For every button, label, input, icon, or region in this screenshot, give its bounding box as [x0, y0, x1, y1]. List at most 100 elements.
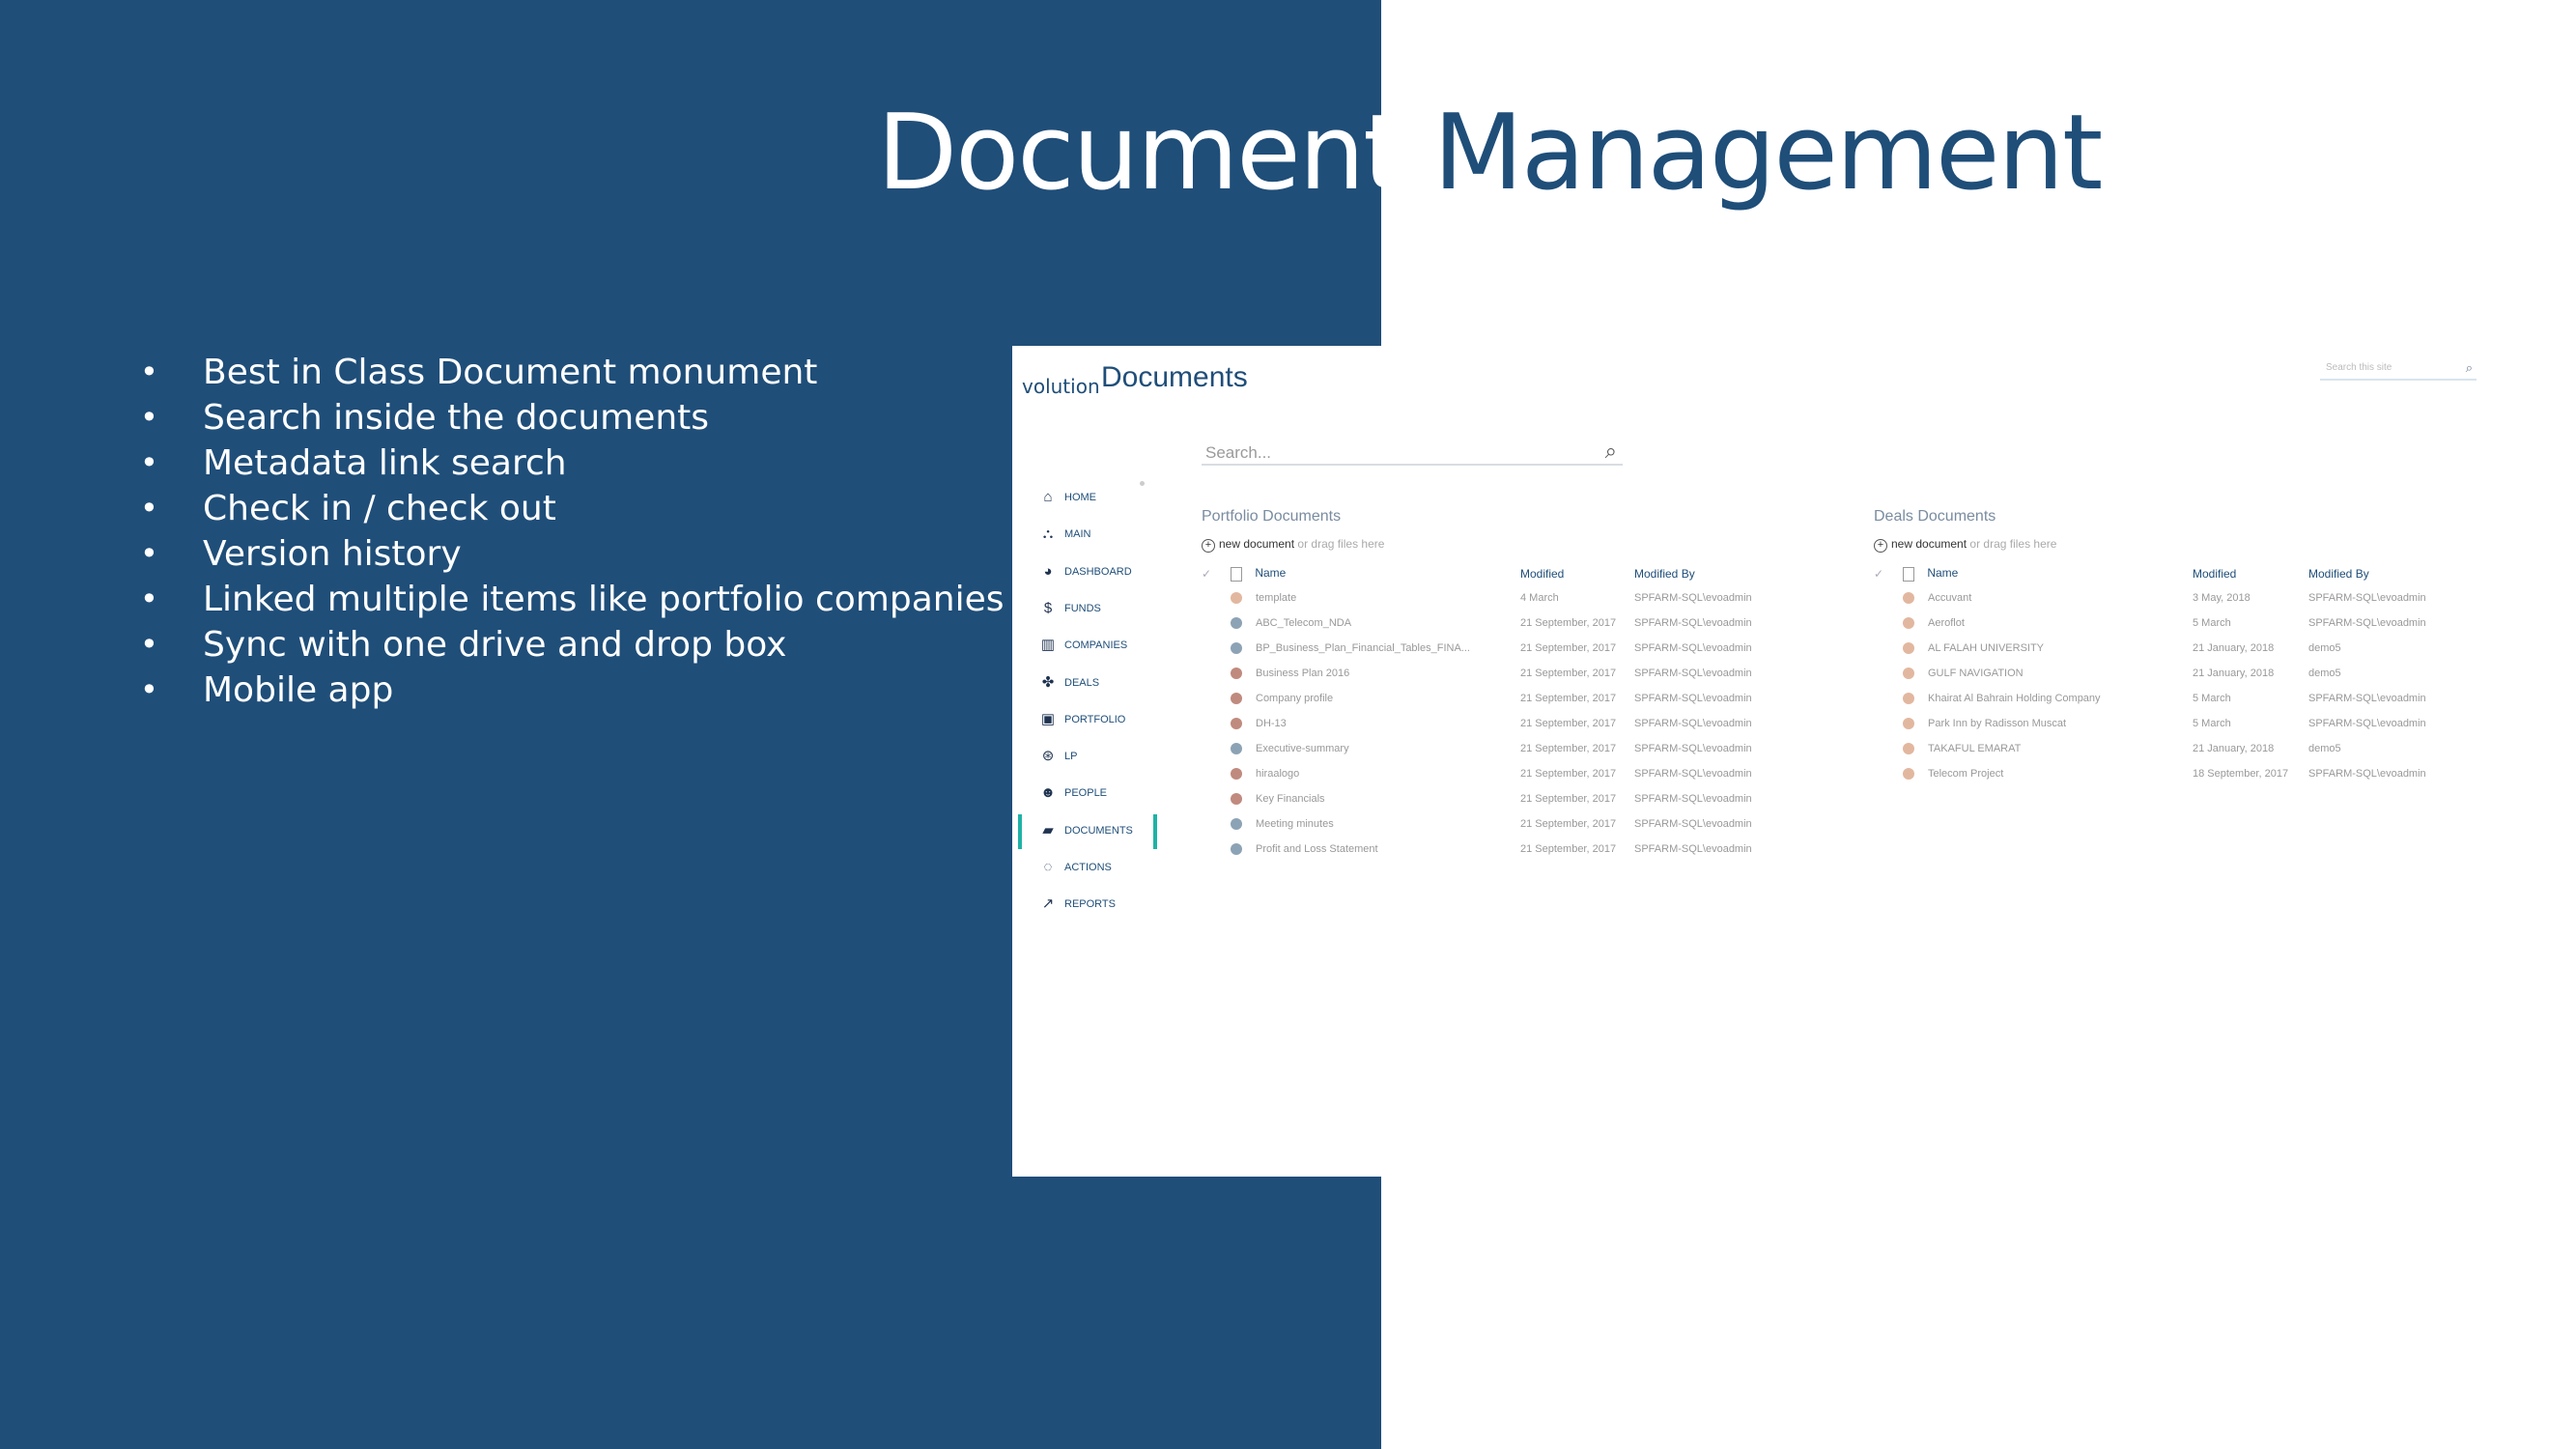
sidebar-item-reports[interactable]: ↗ REPORTS	[1022, 888, 1153, 923]
table-row[interactable]: Company profile 21 September, 2017 SPFARM-…	[1202, 686, 1789, 711]
row-select-cell[interactable]	[1874, 585, 1903, 611]
file-name[interactable]: GULF NAVIGATION	[1928, 668, 2024, 679]
name-cell[interactable]: Executive-summary	[1231, 736, 1520, 761]
name-cell[interactable]: Business Plan 2016	[1231, 661, 1520, 686]
new-document-link[interactable]: new document	[1219, 537, 1294, 551]
row-select-cell[interactable]	[1874, 761, 1903, 786]
table-row[interactable]: hiraalogo 21 September, 2017 SPFARM-SQL\ev…	[1202, 761, 1789, 786]
file-name[interactable]: DH-13	[1256, 718, 1287, 729]
sidebar-item-documents[interactable]: ▰ DOCUMENTS	[1018, 813, 1157, 849]
name-cell[interactable]: Accuvant	[1903, 585, 2193, 611]
name-cell[interactable]: Company profile	[1231, 686, 1520, 711]
table-row[interactable]: template 4 March SPFARM-SQL\evoadmin	[1202, 585, 1789, 611]
name-cell[interactable]: DH-13	[1231, 711, 1520, 736]
table-row[interactable]: Key Financials 21 September, 2017 SPFARM-S…	[1202, 786, 1789, 811]
file-name[interactable]: template	[1256, 592, 1296, 604]
name-cell[interactable]: Key Financials	[1231, 786, 1520, 811]
column-modified-by[interactable]: Modified By	[2308, 562, 2463, 585]
new-document-link[interactable]: new document	[1891, 537, 1967, 551]
portfolio-new-document[interactable]: + new document or drag files here	[1202, 537, 1384, 553]
file-name[interactable]: Company profile	[1256, 693, 1333, 704]
file-name[interactable]: ABC_Telecom_NDA	[1256, 617, 1351, 629]
sidebar-item-home[interactable]: ⌂ HOME	[1022, 481, 1153, 516]
row-select-cell[interactable]	[1202, 837, 1231, 862]
sidebar-item-dashboard[interactable]: ◕ DASHBOARD	[1022, 555, 1153, 590]
name-cell[interactable]: template	[1231, 585, 1520, 611]
name-cell[interactable]: Khairat Al Bahrain Holding Company	[1903, 686, 2193, 711]
site-search-input[interactable]: Search this site ⌕	[2320, 359, 2477, 381]
row-select-cell[interactable]	[1202, 811, 1231, 837]
row-select-cell[interactable]	[1202, 611, 1231, 636]
select-all-checkbox[interactable]: ✓	[1874, 562, 1903, 585]
select-all-checkbox[interactable]: ✓	[1202, 562, 1231, 585]
sidebar-item-companies[interactable]: ▥ COMPANIES	[1022, 629, 1153, 664]
document-search-input[interactable]: Search... ⌕	[1202, 437, 1623, 466]
table-row[interactable]: Meeting minutes 21 September, 2017 SPFARM-…	[1202, 811, 1789, 837]
sidebar-item-portfolio[interactable]: ▣ PORTFOLIO	[1022, 703, 1153, 738]
deals-new-document[interactable]: + new document or drag files here	[1874, 537, 2056, 553]
name-cell[interactable]: hiraalogo	[1231, 761, 1520, 786]
table-row[interactable]: Accuvant 3 May, 2018 SPFARM-SQL\evoadmin	[1874, 585, 2463, 611]
sidebar-item-actions[interactable]: ◌ ACTIONS	[1022, 851, 1153, 886]
name-cell[interactable]: AL FALAH UNIVERSITY	[1903, 636, 2193, 661]
row-select-cell[interactable]	[1874, 711, 1903, 736]
row-select-cell[interactable]	[1874, 736, 1903, 761]
file-name[interactable]: hiraalogo	[1256, 768, 1299, 780]
sidebar-item-people[interactable]: ☻ PEOPLE	[1022, 777, 1153, 811]
row-select-cell[interactable]	[1202, 761, 1231, 786]
row-select-cell[interactable]	[1202, 636, 1231, 661]
sidebar-item-lp[interactable]: ⊛ LP	[1022, 740, 1153, 775]
file-name[interactable]: Aeroflot	[1928, 617, 1965, 629]
table-row[interactable]: Aeroflot 5 March SPFARM-SQL\evoadmin	[1874, 611, 2463, 636]
sidebar-item-main[interactable]: ⛬ MAIN	[1022, 518, 1153, 553]
column-modified-by[interactable]: Modified By	[1634, 562, 1789, 585]
file-name[interactable]: Key Financials	[1256, 793, 1325, 805]
file-name[interactable]: Business Plan 2016	[1256, 668, 1349, 679]
row-select-cell[interactable]	[1874, 686, 1903, 711]
name-cell[interactable]: Profit and Loss Statement	[1231, 837, 1520, 862]
table-row[interactable]: Executive-summary 21 September, 2017 SPFAR…	[1202, 736, 1789, 761]
table-row[interactable]: DH-13 21 September, 2017 SPFARM-SQL\evoadm…	[1202, 711, 1789, 736]
row-select-cell[interactable]	[1202, 736, 1231, 761]
name-cell[interactable]: Park Inn by Radisson Muscat	[1903, 711, 2193, 736]
name-cell[interactable]: ABC_Telecom_NDA	[1231, 611, 1520, 636]
column-modified[interactable]: Modified	[2193, 562, 2308, 585]
name-cell[interactable]: Telecom Project	[1903, 761, 2193, 786]
search-icon[interactable]: ⌕	[1605, 439, 1617, 464]
file-name[interactable]: Accuvant	[1928, 592, 1971, 604]
name-cell[interactable]: Aeroflot	[1903, 611, 2193, 636]
name-cell[interactable]: BP_Business_Plan_Financial_Tables_FINA..…	[1231, 636, 1520, 661]
table-row[interactable]: TAKAFUL EMARAT 21 January, 2018 demo5	[1874, 736, 2463, 761]
table-row[interactable]: AL FALAH UNIVERSITY 21 January, 2018 demo5	[1874, 636, 2463, 661]
column-name[interactable]: Name	[1903, 562, 2193, 585]
row-select-cell[interactable]	[1202, 661, 1231, 686]
file-name[interactable]: Executive-summary	[1256, 743, 1349, 754]
row-select-cell[interactable]	[1874, 611, 1903, 636]
row-select-cell[interactable]	[1874, 636, 1903, 661]
row-select-cell[interactable]	[1202, 686, 1231, 711]
row-select-cell[interactable]	[1202, 786, 1231, 811]
sidebar-item-funds[interactable]: $ FUNDS	[1022, 592, 1153, 627]
app-logo[interactable]: volution	[1022, 375, 1100, 398]
file-name[interactable]: Khairat Al Bahrain Holding Company	[1928, 693, 2101, 704]
table-row[interactable]: Telecom Project 18 September, 2017 SPFARM-…	[1874, 761, 2463, 786]
file-name[interactable]: Profit and Loss Statement	[1256, 843, 1378, 855]
table-row[interactable]: Business Plan 2016 21 September, 2017 SPFA…	[1202, 661, 1789, 686]
row-select-cell[interactable]	[1874, 661, 1903, 686]
file-name[interactable]: BP_Business_Plan_Financial_Tables_FINA..…	[1256, 642, 1470, 654]
table-row[interactable]: BP_Business_Plan_Financial_Tables_FINA..…	[1202, 636, 1789, 661]
name-cell[interactable]: Meeting minutes	[1231, 811, 1520, 837]
file-name[interactable]: TAKAFUL EMARAT	[1928, 743, 2021, 754]
sidebar-item-deals[interactable]: ✤ DEALS	[1022, 667, 1153, 701]
name-cell[interactable]: GULF NAVIGATION	[1903, 661, 2193, 686]
row-select-cell[interactable]	[1202, 585, 1231, 611]
column-name[interactable]: Name	[1231, 562, 1520, 585]
row-select-cell[interactable]	[1202, 711, 1231, 736]
column-modified[interactable]: Modified	[1520, 562, 1634, 585]
table-row[interactable]: Profit and Loss Statement 21 September, 2…	[1202, 837, 1789, 862]
file-name[interactable]: AL FALAH UNIVERSITY	[1928, 642, 2044, 654]
table-row[interactable]: Khairat Al Bahrain Holding Company 5 Marc…	[1874, 686, 2463, 711]
file-name[interactable]: Telecom Project	[1928, 768, 2003, 780]
file-name[interactable]: Park Inn by Radisson Muscat	[1928, 718, 2066, 729]
search-icon[interactable]: ⌕	[2466, 360, 2473, 376]
